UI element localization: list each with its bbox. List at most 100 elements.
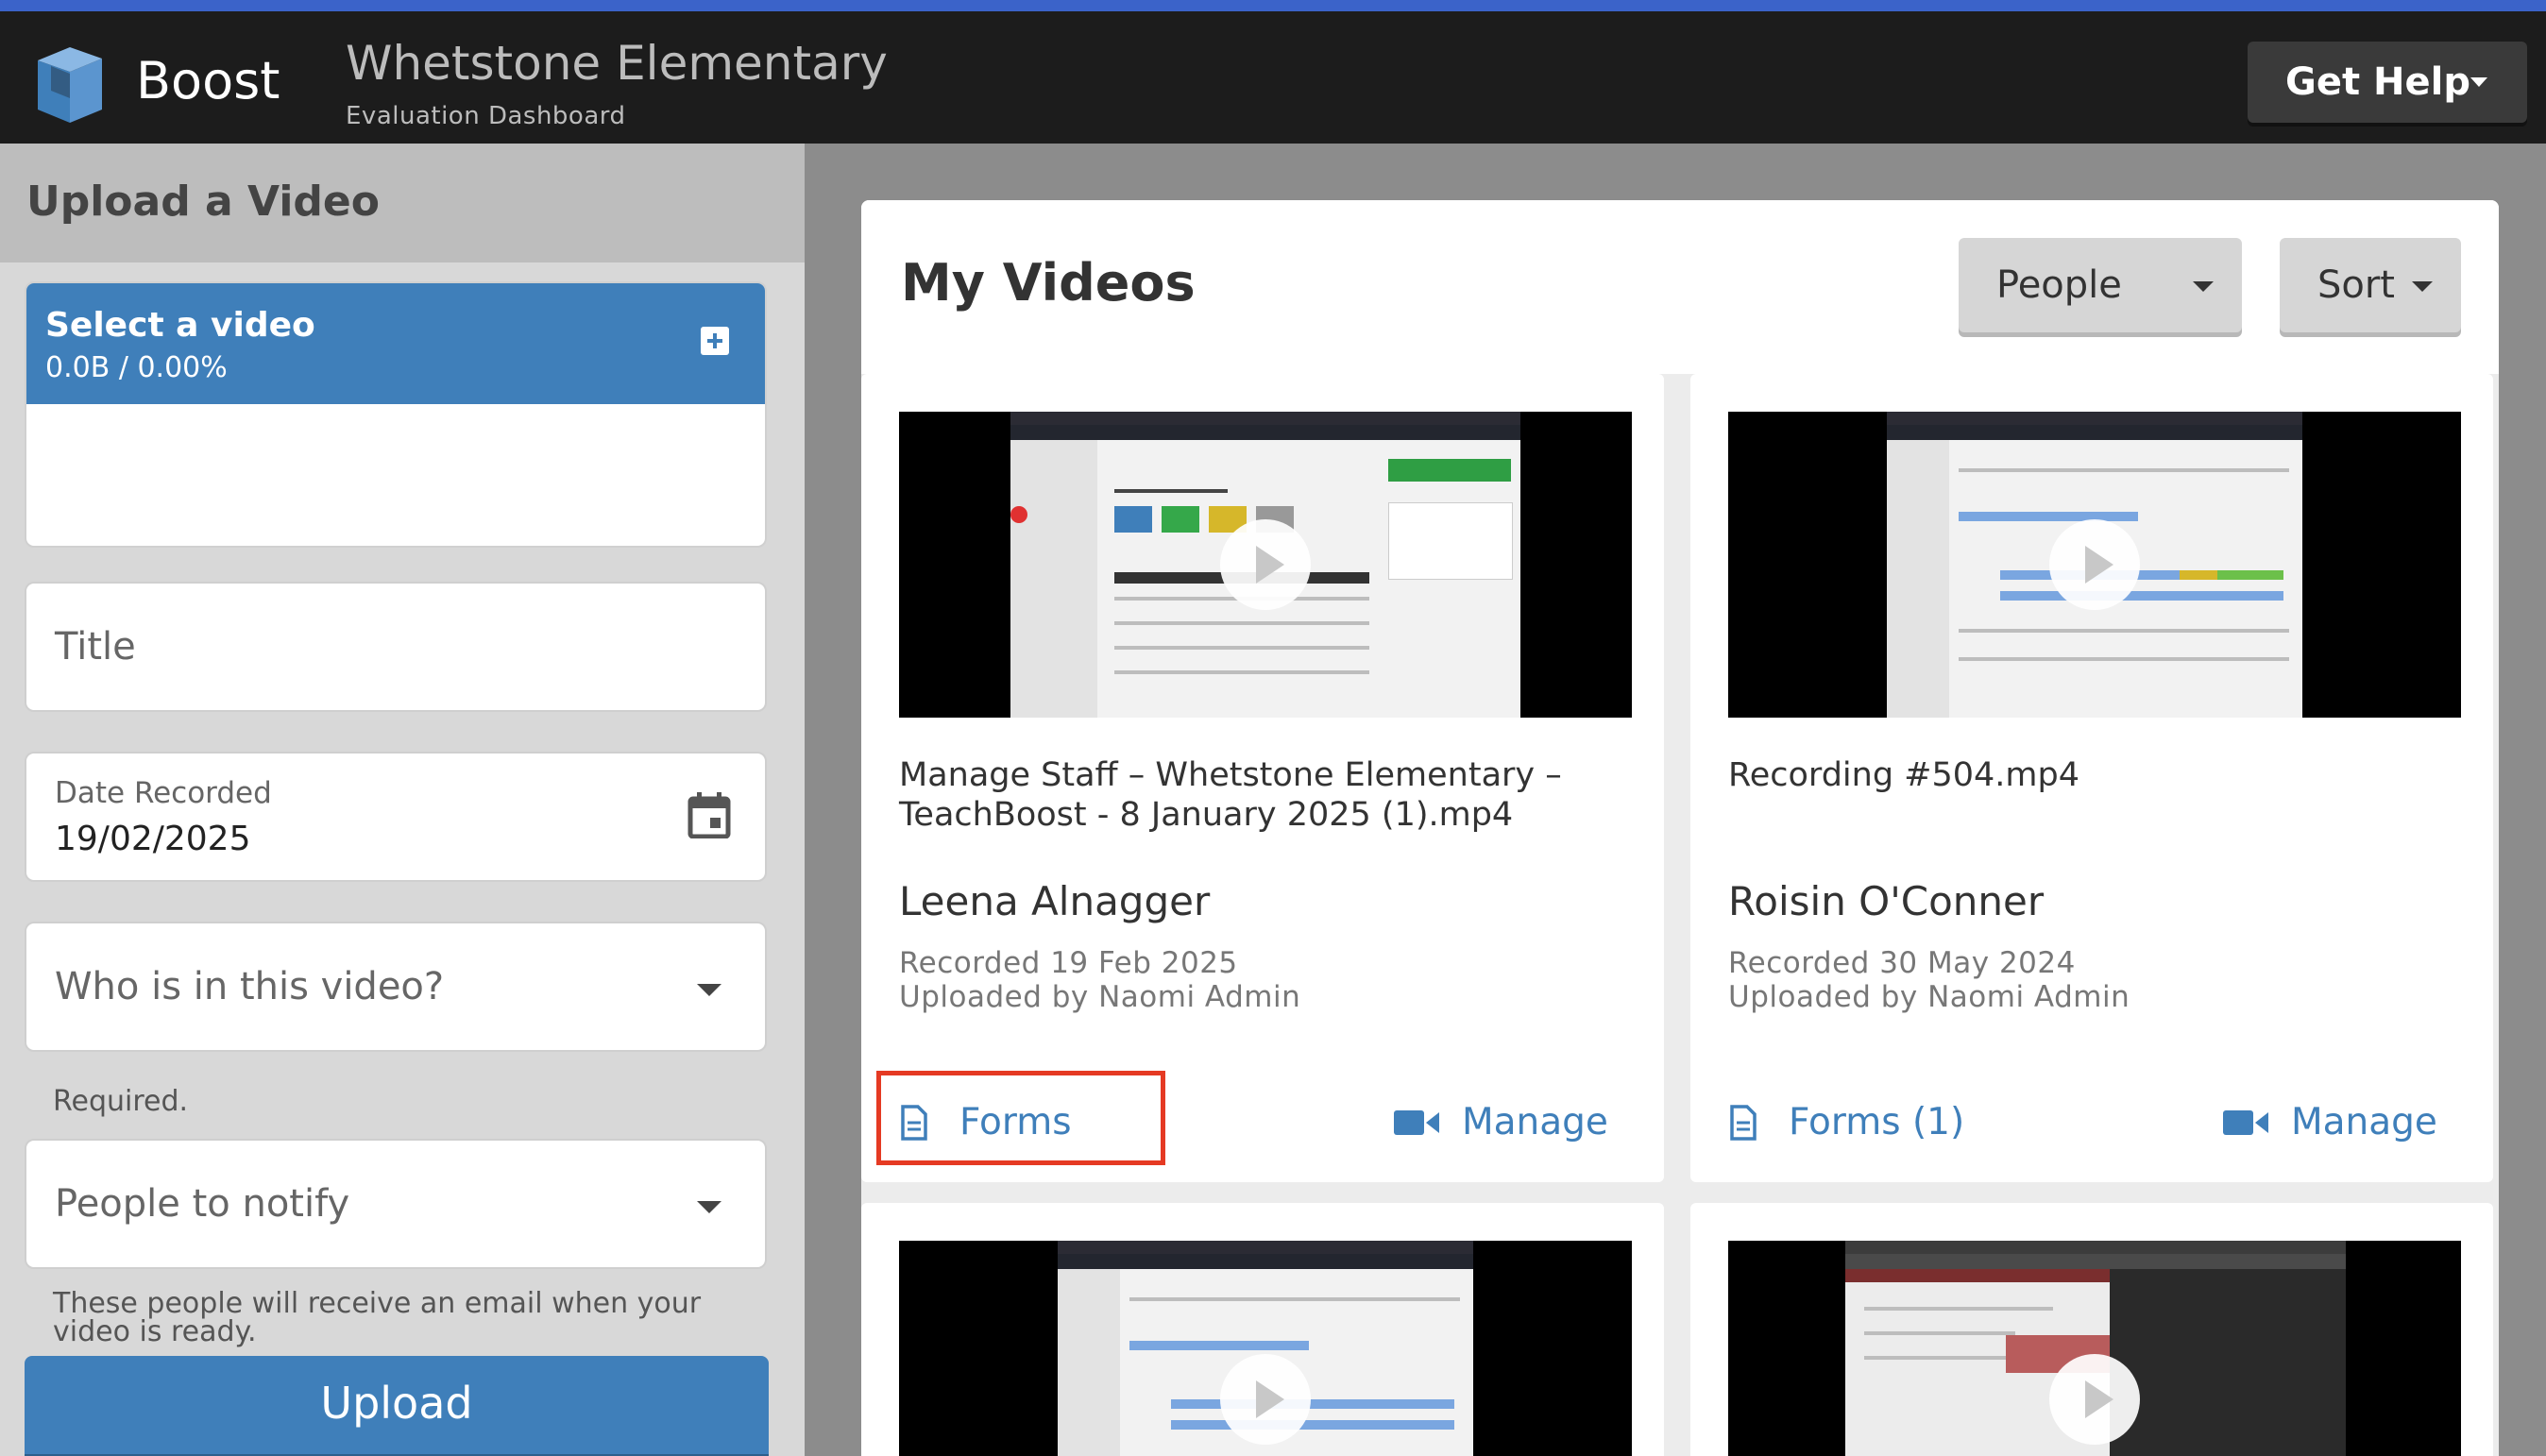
forms-link[interactable]: Forms (1) xyxy=(1730,1101,1964,1143)
play-icon[interactable] xyxy=(1220,1354,1311,1445)
play-icon[interactable] xyxy=(2049,1354,2140,1445)
chevron-down-icon xyxy=(697,984,721,996)
chevron-down-icon xyxy=(2412,281,2433,292)
manage-label: Manage xyxy=(1462,1101,1608,1143)
play-icon[interactable] xyxy=(2049,519,2140,610)
thumbnail-sidebar xyxy=(1887,440,1949,718)
sidebar-title: Upload a Video xyxy=(26,178,380,226)
upload-button[interactable]: Upload xyxy=(25,1356,769,1454)
thumbnail-line xyxy=(1114,646,1369,650)
video-title[interactable]: Recording #504.mp4 xyxy=(1728,755,2446,795)
thumbnail-progress-yellow xyxy=(2180,570,2217,580)
sidebar-header: Upload a Video xyxy=(0,144,805,262)
logo-icon[interactable] xyxy=(34,40,106,125)
forms-label: Forms (1) xyxy=(1789,1101,1965,1143)
thumbnail-app-bar xyxy=(1887,425,2302,440)
thumbnail-app-bar xyxy=(1845,1254,2346,1269)
thumbnail-line xyxy=(1114,489,1228,493)
thumbnail-line xyxy=(1864,1307,2053,1311)
thumbnail-browser-bar xyxy=(1845,1241,2346,1254)
video-recorded-date: Recorded 19 Feb 2025 xyxy=(899,946,1238,980)
thumbnail-sidebar xyxy=(1058,1269,1120,1456)
thumbnail-stat-green xyxy=(1162,506,1199,533)
thumbnail-line xyxy=(1864,1331,2015,1335)
who-in-video-select[interactable]: Who is in this video? xyxy=(25,922,767,1052)
date-recorded-field[interactable]: Date Recorded 19/02/2025 xyxy=(25,752,767,882)
thumbnail-record-dot xyxy=(1010,506,1027,523)
manage-link[interactable]: Manage xyxy=(2223,1101,2437,1143)
video-thumbnail[interactable] xyxy=(1728,1241,2461,1456)
select-video-label: Select a video xyxy=(45,306,315,345)
thumbnail-line xyxy=(1129,1297,1460,1301)
thumbnail-browser-bar xyxy=(1887,412,2302,425)
thumbnail-progress-bar xyxy=(2000,591,2283,601)
thumbnail-sidebar xyxy=(1010,440,1097,718)
manage-label: Manage xyxy=(2291,1101,2437,1143)
thumbnail-line xyxy=(1959,657,2289,661)
video-person: Roisin O'Conner xyxy=(1728,878,2045,924)
thumbnail-progress-bar xyxy=(1959,512,2138,521)
chevron-down-icon xyxy=(2193,281,2214,292)
title-input[interactable]: Title xyxy=(25,582,767,712)
my-videos-header: My Videos People Sort xyxy=(861,200,2499,374)
thumbnail-progress-bar xyxy=(1171,1420,1454,1430)
upload-sidebar: Upload a Video Select a video 0.0B / 0.0… xyxy=(0,144,805,1456)
sort-button[interactable]: Sort xyxy=(2280,238,2461,332)
who-in-video-placeholder: Who is in this video? xyxy=(55,965,445,1008)
date-recorded-label: Date Recorded xyxy=(55,776,272,810)
video-thumbnail[interactable] xyxy=(899,1241,1632,1456)
school-name: Whetstone Elementary xyxy=(346,36,888,91)
thumbnail-progress-bar xyxy=(1129,1341,1309,1350)
document-icon xyxy=(1730,1104,1757,1141)
thumbnail-progress-green xyxy=(2217,570,2283,580)
thumbnail-progress-bar xyxy=(1171,1399,1454,1409)
video-thumbnail[interactable] xyxy=(899,412,1632,718)
thumbnail-app-bar xyxy=(1058,1254,1473,1269)
page-title: My Videos xyxy=(901,253,1196,313)
video-card xyxy=(861,1203,1664,1456)
notify-help-text: These people will receive an email when … xyxy=(53,1287,702,1348)
thumbnail-staff-panel xyxy=(1388,502,1513,580)
page-subtitle: Evaluation Dashboard xyxy=(346,102,626,130)
video-camera-icon xyxy=(1394,1109,1439,1135)
thumbnail-toast xyxy=(1388,459,1511,482)
thumbnail-stat-blue xyxy=(1114,506,1152,533)
people-filter-button[interactable]: People xyxy=(1959,238,2242,332)
select-video-button[interactable]: Select a video 0.0B / 0.00% xyxy=(26,283,765,404)
chevron-down-icon xyxy=(697,1201,721,1213)
required-hint: Required. xyxy=(53,1085,189,1118)
people-filter-label: People xyxy=(1996,263,2122,307)
video-card xyxy=(1690,1203,2493,1456)
thumbnail-app-bar xyxy=(1010,425,1520,440)
thumbnail-line xyxy=(1959,629,2289,633)
calendar-icon[interactable] xyxy=(687,791,731,838)
thumbnail-line xyxy=(1114,670,1369,674)
video-title[interactable]: Manage Staff – Whetstone Elementary – Te… xyxy=(899,755,1617,835)
title-placeholder: Title xyxy=(55,625,136,669)
date-recorded-value: 19/02/2025 xyxy=(55,820,251,858)
video-card: Recording #504.mp4 Roisin O'Conner Recor… xyxy=(1690,374,2493,1182)
thumbnail-toolbar xyxy=(1845,1269,2110,1282)
manage-link[interactable]: Manage xyxy=(1394,1101,1608,1143)
get-help-button[interactable]: Get Help xyxy=(2248,42,2527,123)
plus-icon[interactable] xyxy=(701,327,729,355)
chevron-down-icon xyxy=(2470,77,2487,87)
video-uploaded-by: Uploaded by Naomi Admin xyxy=(899,980,1301,1014)
my-videos-panel: My Videos People Sort Manage Staff – Whe… xyxy=(861,200,2499,1456)
play-icon[interactable] xyxy=(1220,519,1311,610)
top-accent-stripe xyxy=(0,0,2546,11)
forms-highlight-box xyxy=(876,1071,1165,1165)
video-thumbnail[interactable] xyxy=(1728,412,2461,718)
get-help-label: Get Help xyxy=(2285,60,2470,104)
sort-label: Sort xyxy=(2317,263,2395,307)
video-person: Leena Alnagger xyxy=(899,878,1211,924)
people-to-notify-placeholder: People to notify xyxy=(55,1182,350,1226)
select-video-dropzone[interactable]: Select a video 0.0B / 0.00% xyxy=(25,281,767,548)
thumbnail-browser-bar xyxy=(1058,1241,1473,1254)
people-to-notify-select[interactable]: People to notify xyxy=(25,1139,767,1269)
thumbnail-line xyxy=(1959,468,2289,472)
thumbnail-console xyxy=(2110,1269,2346,1456)
brand-name[interactable]: Boost xyxy=(136,51,280,110)
video-recorded-date: Recorded 30 May 2024 xyxy=(1728,946,2076,980)
thumbnail-browser-bar xyxy=(1010,412,1520,425)
